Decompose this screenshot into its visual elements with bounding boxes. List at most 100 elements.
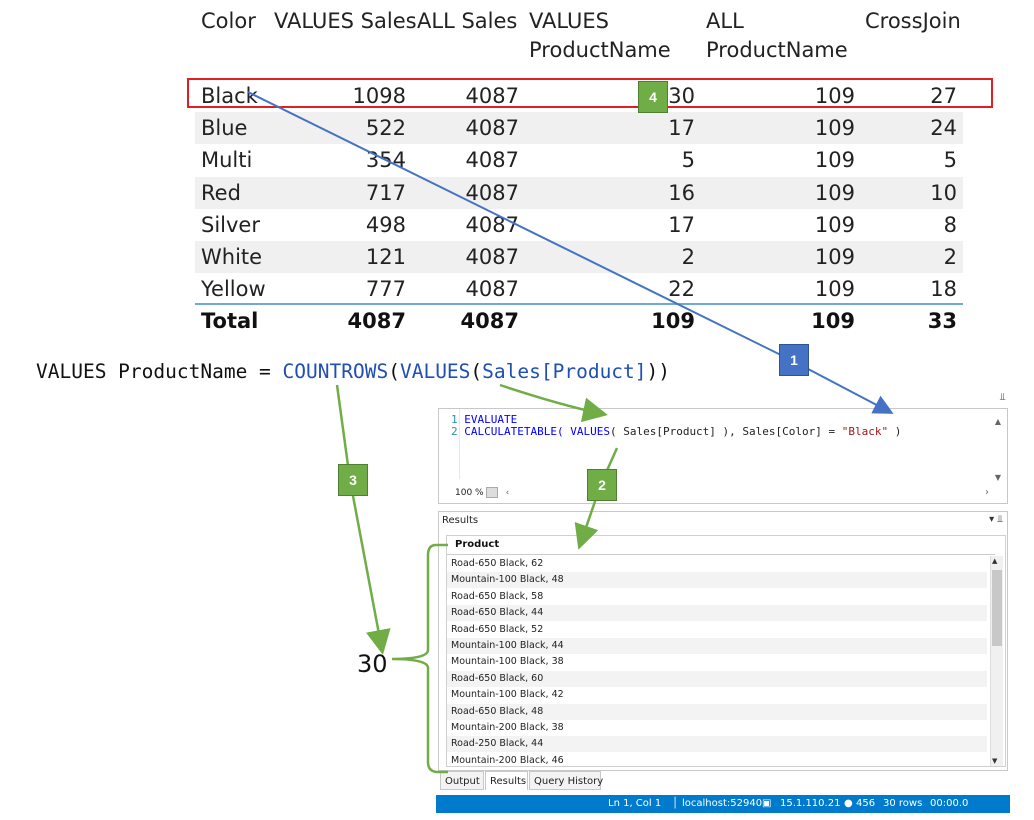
query-editor[interactable]: 1 EVALUATE 2 CALCULATETABLE( VALUES( Sal… xyxy=(438,408,1008,504)
status-users: 456 xyxy=(856,798,876,809)
table-row[interactable]: Road-650 Black, 44 xyxy=(447,605,987,622)
code-string-black: "Black" xyxy=(841,425,889,438)
header-all-sales: ALL Sales xyxy=(417,9,518,33)
zoom-value: 100 % xyxy=(455,488,484,498)
product-cell: Road-650 Black, 48 xyxy=(451,705,544,717)
cell-values-productname: 16 xyxy=(668,180,695,205)
cell-all-productname: 109 xyxy=(811,309,855,334)
pin-icon[interactable]: ⫫ xyxy=(1000,392,1006,403)
column-product[interactable]: Product xyxy=(455,539,499,550)
cell-values-sales: 777 xyxy=(365,277,406,302)
cell-values-sales: 717 xyxy=(365,180,406,205)
header-all-productname-line1: ALL xyxy=(706,9,744,33)
product-cell: Mountain-200 Black, 46 xyxy=(451,754,564,766)
table-row[interactable]: Mountain-200 Black, 38 xyxy=(447,720,987,736)
table-row[interactable]: Road-650 Black, 48 xyxy=(447,703,987,720)
tab-output[interactable]: Output xyxy=(440,771,484,790)
scroll-up-icon[interactable]: ▲ xyxy=(995,417,1001,426)
product-cell: Road-650 Black, 62 xyxy=(451,558,544,569)
header-all-productname: ALL ProductName xyxy=(706,7,848,65)
header-values-productname: VALUES ProductName xyxy=(529,7,671,65)
table-row[interactable]: Mountain-100 Black, 48 xyxy=(447,572,987,589)
cell-color: Red xyxy=(201,180,241,205)
cell-crossjoin: 5 xyxy=(943,148,957,173)
cell-crossjoin: 8 xyxy=(943,212,957,237)
header-all-productname-line2: ProductName xyxy=(706,38,848,62)
arrow-3 xyxy=(335,384,391,655)
cell-values-sales: 522 xyxy=(365,116,406,141)
cell-color: Yellow xyxy=(201,277,266,302)
scrollbar-thumb[interactable] xyxy=(992,570,1002,646)
cell-values-productname: 22 xyxy=(668,277,695,302)
table-row[interactable]: Road-650 Black, 62 xyxy=(447,556,987,572)
cell-values-productname: 2 xyxy=(681,245,695,269)
scroll-left-icon[interactable]: ‹ xyxy=(506,488,510,498)
cell-values-sales: 498 xyxy=(365,212,406,237)
product-cell: Road-650 Black, 60 xyxy=(451,672,544,684)
results-window-controls[interactable]: ▾ ⫫ xyxy=(989,514,1003,525)
cell-all-sales: 4087 xyxy=(460,309,519,334)
table-row[interactable]: Mountain-100 Black, 42 xyxy=(447,687,987,703)
results-grid[interactable]: Product Road-650 Black, 62 Mountain-100 B… xyxy=(446,535,1006,767)
cell-all-sales: 4087 xyxy=(465,277,519,302)
table-row[interactable]: Road-650 Black, 58 xyxy=(447,589,987,605)
results-title: Results xyxy=(442,515,479,526)
tab-query-history[interactable]: Query History xyxy=(529,771,603,790)
cell-values-sales: 4087 xyxy=(347,309,406,334)
dropdown-icon[interactable]: ▾ xyxy=(989,514,994,525)
cell-values-productname: 109 xyxy=(651,309,695,334)
zoom-dropdown-icon[interactable] xyxy=(485,487,498,498)
scroll-right-icon[interactable]: › xyxy=(985,487,989,498)
vertical-scrollbar[interactable]: ▲ ▼ xyxy=(990,556,1003,766)
header-crossjoin: CrossJoin xyxy=(865,9,961,33)
table-row[interactable]: Mountain-100 Black, 44 xyxy=(447,638,987,654)
product-cell: Mountain-100 Black, 44 xyxy=(451,640,564,651)
cell-color: Silver xyxy=(201,212,260,237)
cell-all-sales: 4087 xyxy=(465,148,519,173)
cell-all-productname: 109 xyxy=(814,148,855,173)
results-pane: Results ▾ ⫫ Product Road-650 Black, 62 Mo… xyxy=(438,511,1008,771)
product-cell: Mountain-200 Black, 38 xyxy=(451,722,564,733)
header-values-sales: VALUES Sales xyxy=(274,9,417,33)
product-cell: Road-650 Black, 58 xyxy=(451,590,544,602)
tab-results[interactable]: Results xyxy=(485,771,528,790)
callout-badge-3: 3 xyxy=(338,464,368,496)
grid-header: Product xyxy=(447,536,995,555)
version-icon: ▣ xyxy=(762,798,772,809)
pivot-row: Red 717 4087 16 109 10 xyxy=(195,176,963,209)
product-cell: Mountain-100 Black, 48 xyxy=(451,574,564,586)
table-row[interactable]: Road-250 Black, 44 xyxy=(447,736,987,753)
code-line-2: 2 CALCULATETABLE( VALUES( Sales[Product]… xyxy=(451,426,901,438)
cell-crossjoin: 2 xyxy=(943,245,957,269)
scroll-up-icon[interactable]: ▲ xyxy=(992,557,997,565)
table-row[interactable]: Mountain-100 Black, 38 xyxy=(447,654,987,670)
pivot-total-row: Total 4087 4087 109 109 33 xyxy=(195,305,963,337)
cell-all-sales: 4087 xyxy=(465,245,519,269)
cell-all-sales: 4087 xyxy=(465,116,519,141)
callout-badge-1: 1 xyxy=(779,344,809,376)
header-color: Color xyxy=(201,9,256,33)
product-cell: Road-250 Black, 44 xyxy=(451,738,544,750)
code-close: ) xyxy=(888,425,902,438)
table-row[interactable]: Road-650 Black, 52 xyxy=(447,622,987,638)
user-icon: ● xyxy=(844,798,853,809)
product-cell: Road-650 Black, 44 xyxy=(451,607,544,619)
status-version: 15.1.110.21 xyxy=(780,798,841,809)
cell-color: White xyxy=(201,245,263,269)
status-rows: 30 rows xyxy=(883,798,923,809)
zoom-control[interactable]: 100 % ‹ xyxy=(455,487,509,498)
scroll-down-icon[interactable]: ▼ xyxy=(995,473,1001,482)
formula-text: VALUES ProductName = COUNTROWS(VALUES(Sa… xyxy=(36,358,670,386)
server-icon: │ xyxy=(672,798,679,809)
table-row[interactable]: Mountain-200 Black, 46 xyxy=(447,753,987,766)
formula-lhs: VALUES ProductName = xyxy=(36,360,283,383)
header-values-productname-line2: ProductName xyxy=(529,38,671,62)
cell-all-sales: 4087 xyxy=(465,212,519,237)
table-row[interactable]: Road-650 Black, 60 xyxy=(447,670,987,687)
cell-color: Total xyxy=(201,309,259,334)
formula-countrows: COUNTROWS xyxy=(282,360,389,383)
scroll-down-icon[interactable]: ▼ xyxy=(992,757,997,765)
cell-all-productname: 109 xyxy=(814,116,855,141)
code-values: VALUES xyxy=(570,425,610,438)
pin-icon[interactable]: ⫫ xyxy=(997,514,1003,525)
